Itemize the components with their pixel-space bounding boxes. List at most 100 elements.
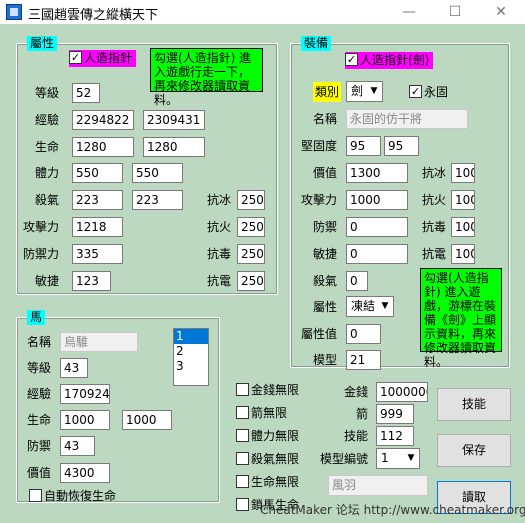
horse-level-label: 等級 <box>27 361 52 375</box>
attack-field[interactable]: 1218 <box>72 217 123 237</box>
equip-attr-select[interactable]: 凍結 ▼ <box>346 296 394 317</box>
attributes-group: 屬性 ✓ 人造指針 勾選(人造指針) 進入遊戲行走一下，再來修改器讀取資料。 等級… <box>16 36 278 295</box>
resist-fire-label: 抗火 <box>207 220 232 234</box>
checkbox-box <box>236 429 249 442</box>
horse-defense-field[interactable]: 43 <box>60 436 95 456</box>
body-max-field[interactable]: 550 <box>132 163 183 183</box>
horse-group-title: 馬 <box>27 310 46 325</box>
kill-label: 殺氣 <box>35 193 60 207</box>
equip-model-field[interactable]: 21 <box>346 350 381 370</box>
equip-model-label: 模型 <box>313 353 338 367</box>
attack-label: 攻擊力 <box>23 220 60 234</box>
infinite-arrow-checkbox[interactable]: 箭無限 <box>236 405 287 422</box>
checkbox-box <box>29 489 42 502</box>
resist-poison-field[interactable]: 250 <box>237 244 265 264</box>
agility-label: 敏捷 <box>35 274 60 288</box>
checkbox-box <box>236 452 249 465</box>
life-label: 生命 <box>35 140 60 154</box>
exp-max-field[interactable]: 2309431 <box>143 110 205 130</box>
minimize-button[interactable]: — <box>386 0 432 24</box>
resist-elec-label: 抗電 <box>207 274 232 288</box>
skill-button[interactable]: 技能 <box>437 388 511 421</box>
infinite-life-checkbox[interactable]: 生命無限 <box>236 474 299 491</box>
list-item[interactable]: 1 <box>174 329 208 344</box>
model-number-value: 1 <box>381 451 389 465</box>
infinite-gold-label: 金錢無限 <box>251 383 300 397</box>
equip-attr-select-value: 凍結 <box>351 299 376 313</box>
money-field[interactable]: 1000000 <box>376 382 428 402</box>
type-label: 類別 <box>313 82 342 102</box>
exp-label: 經驗 <box>35 113 60 127</box>
infinite-life-label: 生命無限 <box>251 475 300 489</box>
eternal-checkbox[interactable]: ✓ 永固 <box>409 84 448 101</box>
auto-recover-checkbox[interactable]: 自動恢復生命 <box>29 488 116 505</box>
checkbox-box <box>236 406 249 419</box>
arrow-count-field[interactable]: 999 <box>376 404 414 424</box>
horse-level-field[interactable]: 43 <box>60 358 88 378</box>
type-select[interactable]: 劍 ▼ <box>346 81 383 102</box>
list-item[interactable]: 2 <box>174 344 208 359</box>
attr-value-field[interactable]: 0 <box>346 324 381 344</box>
title-bar[interactable]: 三國趙雲傳之縱橫天下 — ☐ ✕ <box>0 0 525 24</box>
checkbox-box <box>236 498 249 511</box>
horse-life-field[interactable]: 1000 <box>60 410 110 430</box>
equip-attack-label: 攻擊力 <box>301 193 338 207</box>
checkmark-icon: ✓ <box>345 53 358 66</box>
model-number-select[interactable]: 1 ▼ <box>376 448 420 469</box>
equip-price-field[interactable]: 1300 <box>346 163 408 183</box>
horse-list[interactable]: 1 2 3 <box>173 328 209 386</box>
horse-price-label: 價值 <box>27 466 52 480</box>
equip-attack-field[interactable]: 1000 <box>346 190 408 210</box>
watermark: CheatMaker 论坛 http://www.cheatmaker.org/ <box>260 503 525 517</box>
skill-field[interactable]: 112 <box>376 426 414 446</box>
life-field[interactable]: 1280 <box>72 137 134 157</box>
durability-field[interactable]: 95 <box>346 136 381 156</box>
equipment-group: 裝備 ✓ 人造指針(劍) 類別 劍 ▼ ✓ 永固 名稱 永固的仿干將 堅固度 95 9… <box>290 36 510 370</box>
horse-name-field[interactable]: 烏騅 <box>60 332 138 352</box>
horse-price-field[interactable]: 4300 <box>60 463 110 483</box>
agility-field[interactable]: 123 <box>72 271 111 291</box>
eternal-label: 永固 <box>424 85 449 99</box>
equip-resist-fire-field[interactable]: 100 <box>451 190 475 210</box>
level-label: 等級 <box>35 86 60 100</box>
equip-defense-field[interactable]: 0 <box>346 217 408 237</box>
close-button[interactable]: ✕ <box>478 0 524 24</box>
equip-resist-elec-field[interactable]: 100 <box>451 244 475 264</box>
resist-poison-label: 抗毒 <box>207 247 232 261</box>
body-field[interactable]: 550 <box>72 163 123 183</box>
equipment-group-title: 裝備 <box>301 36 332 51</box>
equip-agility-field[interactable]: 0 <box>346 244 408 264</box>
resist-fire-field[interactable]: 250 <box>237 217 265 237</box>
resist-elec-field[interactable]: 250 <box>237 271 265 291</box>
defense-field[interactable]: 335 <box>72 244 123 264</box>
exp-field[interactable]: 2294822 <box>72 110 134 130</box>
life-max-field[interactable]: 1280 <box>143 137 205 157</box>
horse-exp-field[interactable]: 1709244 <box>60 384 110 404</box>
equip-pointer-label: 人造指針(劍) <box>360 53 430 67</box>
infinite-kill-checkbox[interactable]: 殺氣無限 <box>236 451 299 468</box>
durability-max-field[interactable]: 95 <box>384 136 419 156</box>
body-label: 體力 <box>35 166 60 180</box>
checkmark-icon: ✓ <box>69 51 82 64</box>
infinite-gold-checkbox[interactable]: 金錢無限 <box>236 382 299 399</box>
kill-max-field[interactable]: 223 <box>132 190 183 210</box>
equip-resist-ice-field[interactable]: 100 <box>451 163 475 183</box>
horse-life-max-field[interactable]: 1000 <box>122 410 172 430</box>
hero-name-field[interactable]: 風羽 <box>328 475 428 496</box>
level-field[interactable]: 52 <box>72 83 100 103</box>
equip-resist-poison-label: 抗毒 <box>422 220 447 234</box>
maximize-button[interactable]: ☐ <box>432 0 478 24</box>
equip-pointer-checkbox[interactable]: ✓ 人造指針(劍) <box>345 52 434 69</box>
type-select-value: 劍 <box>351 84 364 98</box>
kill-field[interactable]: 223 <box>72 190 123 210</box>
resist-ice-field[interactable]: 250 <box>237 190 265 210</box>
equip-resist-poison-field[interactable]: 100 <box>451 217 475 237</box>
infinite-body-checkbox[interactable]: 體力無限 <box>236 428 299 445</box>
list-item[interactable]: 3 <box>174 359 208 374</box>
equip-name-field[interactable]: 永固的仿干將 <box>346 109 468 129</box>
save-button[interactable]: 保存 <box>437 434 511 467</box>
attr-pointer-checkbox[interactable]: ✓ 人造指針 <box>69 50 137 67</box>
equip-kill-field[interactable]: 0 <box>346 271 368 291</box>
equip-name-label: 名稱 <box>313 112 338 126</box>
arrow-count-label: 箭 <box>356 407 369 421</box>
